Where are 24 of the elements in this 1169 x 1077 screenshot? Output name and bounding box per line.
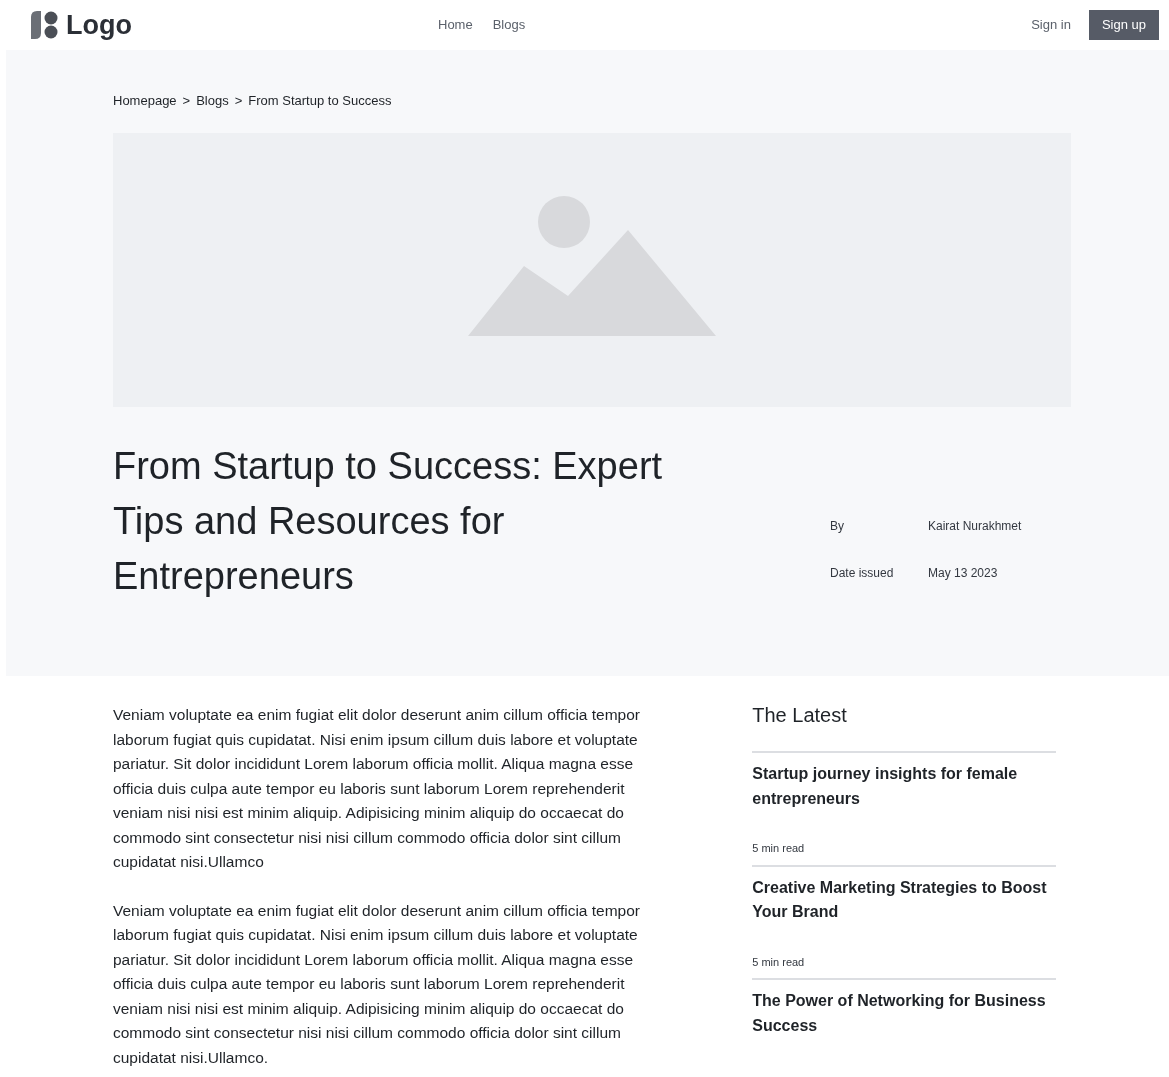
sign-in-link[interactable]: Sign in [1031,15,1071,35]
latest-article-link[interactable]: The Power of Networking for Business Success [752,989,1056,1038]
article-paragraph: Veniam voluptate ea enim fugiat elit dolor deserunt anim cillum officia tempor laborum fugiat quis cupidatat. Nisi enim ipsum cillum duis labore et voluptate pariatur. Sit dolor incididunt Lorem laborum officia mollit. Aliqua magna esse officia duis culpa aute tempor eu laboris sunt laborum Lorem reprehenderit veniam nisi nisi est minim aliquip. Adipisicing minim aliquip do occaecat do commodo sint consectetur nisi nisi cillum commodo officia dolor sint cillum cupidatat nisi.Ullamco. [113,900,641,1068]
logo-icon [28,9,60,41]
article-paragraph: Veniam voluptate ea enim fugiat elit dolor deserunt anim cillum officia tempor laborum fugiat quis cupidatat. Nisi enim ipsum cillum duis labore et voluptate pariatur. Sit dolor incididunt Lorem laborum officia mollit. Aliqua magna esse officia duis culpa aute tempor eu laboris sunt laborum Lorem reprehenderit veniam nisi nisi est minim aliquip. Adipisicing minim aliquip do occaecat do commodo sint consectetur nisi nisi cillum commodo officia dolor sint cillum cupidatat nisi.Ullamco [113,705,641,872]
breadcrumb-separator: > [234,92,243,110]
latest-article-link[interactable]: Startup journey insights for female entrepreneurs [752,762,1056,811]
logo-text: Logo [66,8,132,42]
meta-value: Kairat Nurakhmet [928,517,1022,535]
meta-label: Date issued [830,564,895,582]
breadcrumb-link[interactable]: Blogs [196,91,229,111]
meta-value: May 13 2023 [928,564,999,582]
nav-link[interactable]: Blogs [492,15,526,35]
nav-link[interactable]: Home [438,15,473,35]
latest-article-link[interactable]: Creative Marketing Strategies to Boost Your Brand [752,875,1056,925]
sign-up-button[interactable]: Sign up [1088,10,1159,40]
meta-label: By [830,517,845,535]
read-time: 5 min read [752,954,806,970]
breadcrumb-link[interactable]: Homepage [113,91,177,111]
article-title: From Startup to Success: Expert Tips and Resources for Entrepreneurs [113,443,664,599]
breadcrumb-separator: > [182,92,191,110]
sidebar-heading: The Latest [752,703,848,727]
read-time: 5 min read [752,841,806,856]
breadcrumb-link[interactable]: From Startup to Success [248,91,392,111]
